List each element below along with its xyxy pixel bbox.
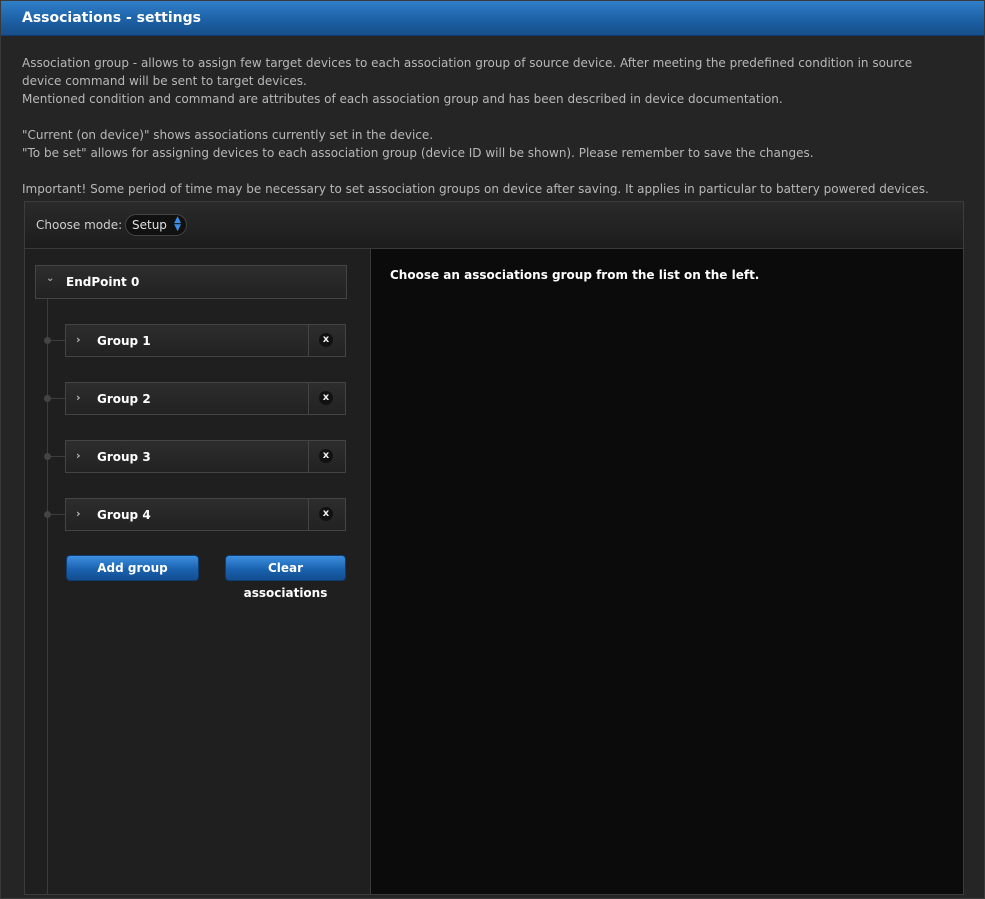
chevron-right-icon: ›: [76, 449, 81, 462]
groups-sidebar: ⌄ EndPoint 0 › Group 1 x › Group 2 x › G…: [25, 249, 371, 894]
endpoint-item[interactable]: ⌄ EndPoint 0: [35, 265, 347, 299]
description-line: "To be set" allows for assigning devices…: [22, 146, 814, 160]
window-title: Associations - settings: [22, 10, 201, 26]
group-item[interactable]: › Group 1 x: [65, 324, 346, 357]
group-item[interactable]: › Group 2 x: [65, 382, 346, 415]
tree-node: [44, 511, 51, 518]
chevron-right-icon: ›: [76, 391, 81, 404]
group-label: Group 2: [97, 392, 151, 406]
add-group-button[interactable]: Add group: [66, 555, 199, 581]
associations-window: Associations - settings Association grou…: [0, 0, 985, 899]
description: Association group - allows to assign few…: [22, 54, 952, 198]
mode-select-value: Setup: [132, 218, 167, 232]
mode-toolbar: Choose mode: Setup ▲ ▼: [25, 202, 963, 249]
delete-group-button[interactable]: x: [319, 507, 333, 521]
title-bar: Associations - settings: [1, 1, 984, 36]
group-label: Group 3: [97, 450, 151, 464]
description-line: Association group - allows to assign few…: [22, 56, 913, 88]
mode-label: Choose mode:: [36, 218, 123, 232]
group-label: Group 1: [97, 334, 151, 348]
tree-node: [44, 453, 51, 460]
associations-panel: Choose mode: Setup ▲ ▼ ⌄ EndPoint 0 › Gro…: [24, 201, 964, 895]
tree-line: [47, 297, 48, 894]
chevron-right-icon: ›: [76, 507, 81, 520]
divider: [308, 325, 309, 356]
tree-node: [44, 337, 51, 344]
delete-group-button[interactable]: x: [319, 449, 333, 463]
description-line: "Current (on device)" shows associations…: [22, 128, 434, 142]
empty-state-message: Choose an associations group from the li…: [390, 268, 760, 282]
divider: [308, 499, 309, 530]
mode-select[interactable]: Setup ▲ ▼: [125, 214, 187, 236]
divider: [308, 441, 309, 472]
select-arrows-icon: ▲ ▼: [174, 215, 181, 233]
description-line: Important! Some period of time may be ne…: [22, 182, 929, 196]
group-label: Group 4: [97, 508, 151, 522]
endpoint-label: EndPoint 0: [66, 275, 140, 289]
tree-node: [44, 395, 51, 402]
delete-group-button[interactable]: x: [319, 333, 333, 347]
group-item[interactable]: › Group 4 x: [65, 498, 346, 531]
divider: [308, 383, 309, 414]
chevron-right-icon: ›: [76, 333, 81, 346]
description-line: Mentioned condition and command are attr…: [22, 92, 783, 106]
chevron-down-icon: ⌄: [46, 273, 55, 284]
clear-associations-button[interactable]: Clear associations: [225, 555, 346, 600]
delete-group-button[interactable]: x: [319, 391, 333, 405]
group-item[interactable]: › Group 3 x: [65, 440, 346, 473]
